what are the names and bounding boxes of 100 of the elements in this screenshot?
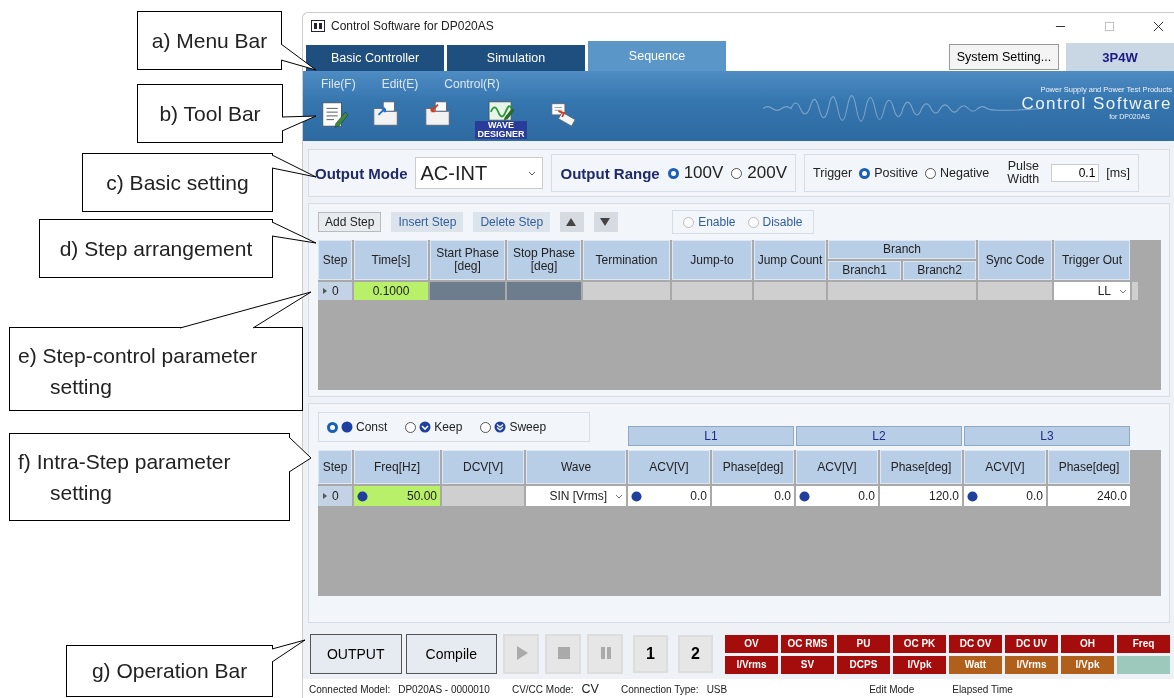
move-down-button[interactable] bbox=[594, 212, 619, 232]
step-button[interactable]: Delete Step bbox=[473, 212, 551, 232]
icon-caption: WAVE DESIGNER bbox=[475, 121, 527, 139]
radio-button[interactable] bbox=[667, 167, 679, 179]
caret-icon bbox=[528, 170, 537, 176]
caret-icon bbox=[615, 493, 623, 499]
alarm-indicator: Freq bbox=[1117, 634, 1170, 653]
column-header: Wave bbox=[526, 450, 626, 484]
column-header: Phase[deg] bbox=[880, 450, 962, 484]
wave-chart-icon[interactable] bbox=[486, 99, 516, 123]
pulse-width-label: Pulse Width bbox=[1006, 160, 1041, 186]
dot-icon bbox=[631, 490, 642, 502]
window-title: Control Software for DP020AS bbox=[331, 19, 494, 33]
table-cell bbox=[754, 282, 826, 300]
column-header: Termination bbox=[583, 240, 670, 280]
table-cell: 50.00 bbox=[354, 486, 440, 506]
column-header: Jump-to bbox=[672, 240, 752, 280]
column-header: Sync Code bbox=[978, 240, 1052, 280]
status-label: Connection Type: bbox=[620, 683, 699, 695]
radio-button[interactable] bbox=[731, 167, 743, 179]
row-pointer-icon bbox=[323, 493, 327, 499]
radio-label: Keep bbox=[434, 420, 463, 434]
stop-icon bbox=[556, 644, 572, 661]
close-icon[interactable] bbox=[1153, 20, 1164, 32]
alarm-indicator: SV bbox=[781, 655, 834, 674]
step-number-cell: 0 bbox=[318, 486, 352, 506]
column-header: Branch1 bbox=[828, 261, 901, 280]
caret-icon bbox=[1119, 288, 1127, 294]
callout: d) Step arrangement bbox=[39, 219, 273, 278]
dropdown-cell[interactable]: LL bbox=[1054, 282, 1130, 300]
step-button[interactable]: Add Step bbox=[318, 212, 382, 232]
tab[interactable]: Basic Controller bbox=[306, 45, 444, 71]
column-header: Step bbox=[318, 240, 352, 280]
column-header: Time[s] bbox=[354, 240, 428, 280]
alarm-indicator: OC PK bbox=[893, 634, 946, 653]
alarm-indicator: I/Vpk bbox=[1061, 655, 1114, 674]
radio-label: 100V bbox=[683, 163, 724, 183]
alarm-indicator: I/Vrms bbox=[725, 655, 778, 674]
double-chevron-circle-icon bbox=[494, 421, 507, 433]
table-cell: 240.0 bbox=[1048, 486, 1130, 506]
up-triangle-icon bbox=[565, 217, 578, 227]
dot-icon bbox=[967, 490, 978, 502]
alarm-indicator: PU bbox=[837, 634, 890, 653]
operation-button[interactable]: Compile bbox=[405, 634, 497, 674]
phase-header: L1 bbox=[628, 426, 794, 446]
table-cell: 0.0 bbox=[628, 486, 710, 506]
status-value: CV bbox=[581, 682, 599, 696]
radio-button[interactable] bbox=[480, 421, 492, 433]
table-cell: 0.0 bbox=[964, 486, 1046, 506]
radio-button[interactable] bbox=[327, 421, 338, 433]
column-header: Stop Phase [deg] bbox=[507, 240, 581, 280]
memory-button[interactable]: 2 bbox=[678, 635, 713, 673]
operation-button[interactable]: OUTPUT bbox=[310, 634, 402, 674]
column-header: Trigger Out bbox=[1054, 240, 1130, 280]
status-label: Connected Model: bbox=[309, 683, 391, 695]
table-cell bbox=[1132, 282, 1138, 300]
folder-arrow-icon[interactable] bbox=[423, 99, 453, 129]
alarm-indicator: DCPS bbox=[837, 655, 890, 674]
radio-label: Sweep bbox=[509, 420, 547, 434]
column-header: Phase[deg] bbox=[1048, 450, 1130, 484]
folder-arrow-icon[interactable] bbox=[371, 99, 401, 129]
pulse-width-field[interactable]: 0.1 bbox=[1051, 164, 1100, 182]
blank-indicator bbox=[1117, 655, 1170, 674]
phase-header: L3 bbox=[964, 426, 1130, 446]
column-header: ACV[V] bbox=[628, 450, 710, 484]
radio-label: 200V bbox=[747, 163, 788, 183]
radio-button[interactable] bbox=[924, 167, 936, 179]
dot-icon bbox=[341, 421, 353, 433]
alarm-indicator: OH bbox=[1061, 634, 1114, 653]
output-range-label: Output Range bbox=[560, 164, 660, 182]
logo-title: Control Software bbox=[1021, 94, 1172, 113]
dropdown-cell[interactable]: SIN [Vrms] bbox=[526, 486, 626, 506]
column-header: Freq[Hz] bbox=[354, 450, 440, 484]
column-header: ACV[V] bbox=[796, 450, 878, 484]
dot-icon bbox=[357, 490, 368, 502]
tab[interactable]: Simulation bbox=[447, 45, 585, 71]
move-up-button[interactable] bbox=[560, 212, 585, 232]
down-triangle-icon bbox=[599, 217, 612, 227]
step-button[interactable]: Insert Step bbox=[391, 212, 464, 232]
alarm-indicator: OV bbox=[725, 634, 778, 653]
table-cell: 0.1000 bbox=[354, 282, 428, 300]
unit-label: [ms] bbox=[1106, 166, 1130, 180]
memory-button[interactable]: 1 bbox=[633, 635, 668, 673]
radio-button[interactable] bbox=[859, 167, 871, 179]
alarm-indicator: Watt bbox=[949, 655, 1002, 674]
notepad-pencil-icon[interactable] bbox=[319, 99, 349, 129]
alarm-indicator: DC UV bbox=[1005, 634, 1058, 653]
radio-label: Const bbox=[356, 420, 388, 434]
output-mode-dropdown[interactable]: AC-INT bbox=[415, 157, 544, 189]
dot-icon bbox=[799, 490, 810, 502]
system-setting-button[interactable]: System Setting... bbox=[949, 44, 1059, 70]
table-cell: 0.0 bbox=[796, 486, 878, 506]
pause-icon bbox=[598, 644, 614, 661]
callout: g) Operation Bar bbox=[66, 645, 273, 697]
radio-label: Negative bbox=[939, 166, 990, 180]
radio-label: Enable bbox=[698, 215, 736, 229]
status-label: Edit Mode bbox=[869, 683, 915, 695]
radio-button[interactable] bbox=[405, 421, 417, 433]
column-header: Step bbox=[318, 450, 352, 484]
radio-label: Disable bbox=[762, 215, 803, 229]
